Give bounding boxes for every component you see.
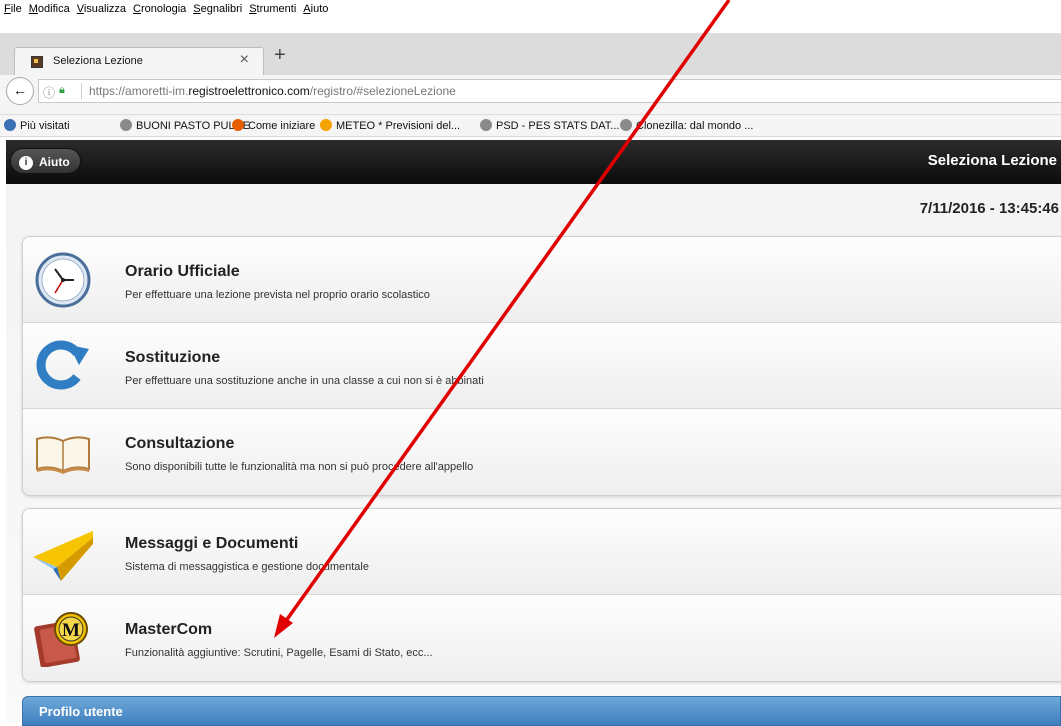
tab-seleziona-lezione[interactable]: Seleziona Lezione × <box>14 47 264 75</box>
url-text[interactable]: https://amoretti-im.registroelettronico.… <box>89 84 456 98</box>
option-mastercom[interactable]: M MasterCom Funzionalità aggiuntive: Scr… <box>23 595 1061 681</box>
bookmark-item[interactable]: Clonezilla: dal mondo ... <box>620 119 753 132</box>
bookmark-label: Clonezilla: dal mondo ... <box>636 120 754 132</box>
bookmark-icon <box>120 119 132 131</box>
bookmark-item[interactable]: Più visitati <box>4 119 70 132</box>
bookmark-icon <box>480 119 492 131</box>
svg-text:M: M <box>62 620 80 641</box>
menu-items: File Modifica Visualizza Cronologia Segnalib… <box>0 0 408 15</box>
lesson-options-group: Orario Ufficiale Per effettuare una lezi… <box>22 236 1061 496</box>
option-description: Sono disponibili tutte le funzionalità m… <box>125 461 474 473</box>
url-domain: registroelettronico.com <box>188 84 310 98</box>
page-title: Seleziona Lezione <box>927 152 1057 169</box>
site-favicon-icon <box>31 56 43 68</box>
bookmark-label: METEO * Previsioni del... <box>336 120 461 132</box>
bookmark-item[interactable]: BUONI PASTO PULCE <box>120 119 250 132</box>
bookmarks-bar: Più visitati BUONI PASTO PULCE Come inizia… <box>0 115 1061 137</box>
extra-features-group: Messaggi e Documenti Sistema di messaggi… <box>22 508 1061 682</box>
tab-strip: Seleziona Lezione × + <box>0 33 1061 75</box>
bookmark-item[interactable]: Come iniziare <box>232 119 315 132</box>
option-title: Consultazione <box>125 435 235 452</box>
help-label: Aiuto <box>39 155 70 169</box>
menu-bar: File Modifica Visualizza Cronologia Segnalib… <box>0 0 408 33</box>
bookmark-item[interactable]: METEO * Previsioni del... <box>320 119 460 132</box>
lock-icon[interactable]: 🔒︎ <box>59 84 65 97</box>
help-button[interactable]: i Aiuto <box>10 148 81 174</box>
option-title: Sostituzione <box>125 349 221 366</box>
address-bar[interactable]: ⓘ 🔒︎ https://amoretti-im.registroelettro… <box>38 79 1061 103</box>
menu-aiuto[interactable]: Aiuto <box>303 3 328 15</box>
bookmark-icon <box>232 119 244 131</box>
mastercom-logo-icon: M <box>33 609 93 668</box>
bookmark-icon <box>4 119 16 131</box>
option-messaggi-e-documenti[interactable]: Messaggi e Documenti Sistema di messaggi… <box>23 509 1061 595</box>
menu-visualizza[interactable]: Visualizza <box>77 3 126 15</box>
profile-section-label: Profilo utente <box>39 704 123 719</box>
url-suffix: /registro/#selezioneLezione <box>309 84 456 98</box>
open-book-icon <box>33 423 93 481</box>
option-consultazione[interactable]: Consultazione Sono disponibili tutte le … <box>23 409 1061 495</box>
option-title: Orario Ufficiale <box>125 263 240 280</box>
option-title: MasterCom <box>125 621 213 638</box>
refresh-arrow-icon <box>33 337 93 395</box>
main-content: 7/11/2016 - 13:45:46 Orario Ufficiale Pe… <box>6 184 1061 726</box>
menu-modifica[interactable]: Modifica <box>29 3 70 15</box>
current-datetime: 7/11/2016 - 13:45:46 <box>919 200 1059 217</box>
bookmark-item[interactable]: PSD - PES STATS DAT... <box>480 119 619 132</box>
navigation-bar: ← ⓘ 🔒︎ https://amoretti-im.registroelett… <box>0 75 1061 115</box>
app-header: i Aiuto Seleziona Lezione <box>6 140 1061 184</box>
paper-plane-icon <box>33 523 111 581</box>
clock-icon <box>33 251 93 309</box>
option-description: Per effettuare una sostituzione anche in… <box>125 375 484 387</box>
info-icon[interactable]: ⓘ <box>43 84 55 101</box>
option-description: Per effettuare una lezione prevista nel … <box>125 289 430 301</box>
menu-strumenti[interactable]: Strumenti <box>249 3 296 15</box>
option-title: Messaggi e Documenti <box>125 535 299 552</box>
back-button[interactable]: ← <box>6 77 34 105</box>
menu-segnalibri[interactable]: Segnalibri <box>193 3 242 15</box>
tab-close-icon[interactable]: × <box>240 51 249 69</box>
address-separator <box>81 83 82 99</box>
back-arrow-icon: ← <box>13 82 27 98</box>
bookmark-label: Più visitati <box>20 120 70 132</box>
new-tab-button[interactable]: + <box>274 44 286 67</box>
option-sostituzione[interactable]: Sostituzione Per effettuare una sostituz… <box>23 323 1061 409</box>
menu-file[interactable]: File <box>4 3 22 15</box>
chrome-top <box>408 0 1061 33</box>
option-description: Sistema di messaggistica e gestione docu… <box>125 561 369 573</box>
option-description: Funzionalità aggiuntive: Scrutini, Pagel… <box>125 647 433 659</box>
option-orario-ufficiale[interactable]: Orario Ufficiale Per effettuare una lezi… <box>23 237 1061 323</box>
bookmark-icon <box>320 119 332 131</box>
bookmark-label: PSD - PES STATS DAT... <box>496 120 620 132</box>
bookmark-icon <box>620 119 632 131</box>
tab-title: Seleziona Lezione <box>53 55 143 67</box>
menu-cronologia[interactable]: Cronologia <box>133 3 186 15</box>
info-icon: i <box>19 155 33 170</box>
bookmark-label: Come iniziare <box>248 120 316 132</box>
url-prefix: https://amoretti-im. <box>89 84 189 98</box>
